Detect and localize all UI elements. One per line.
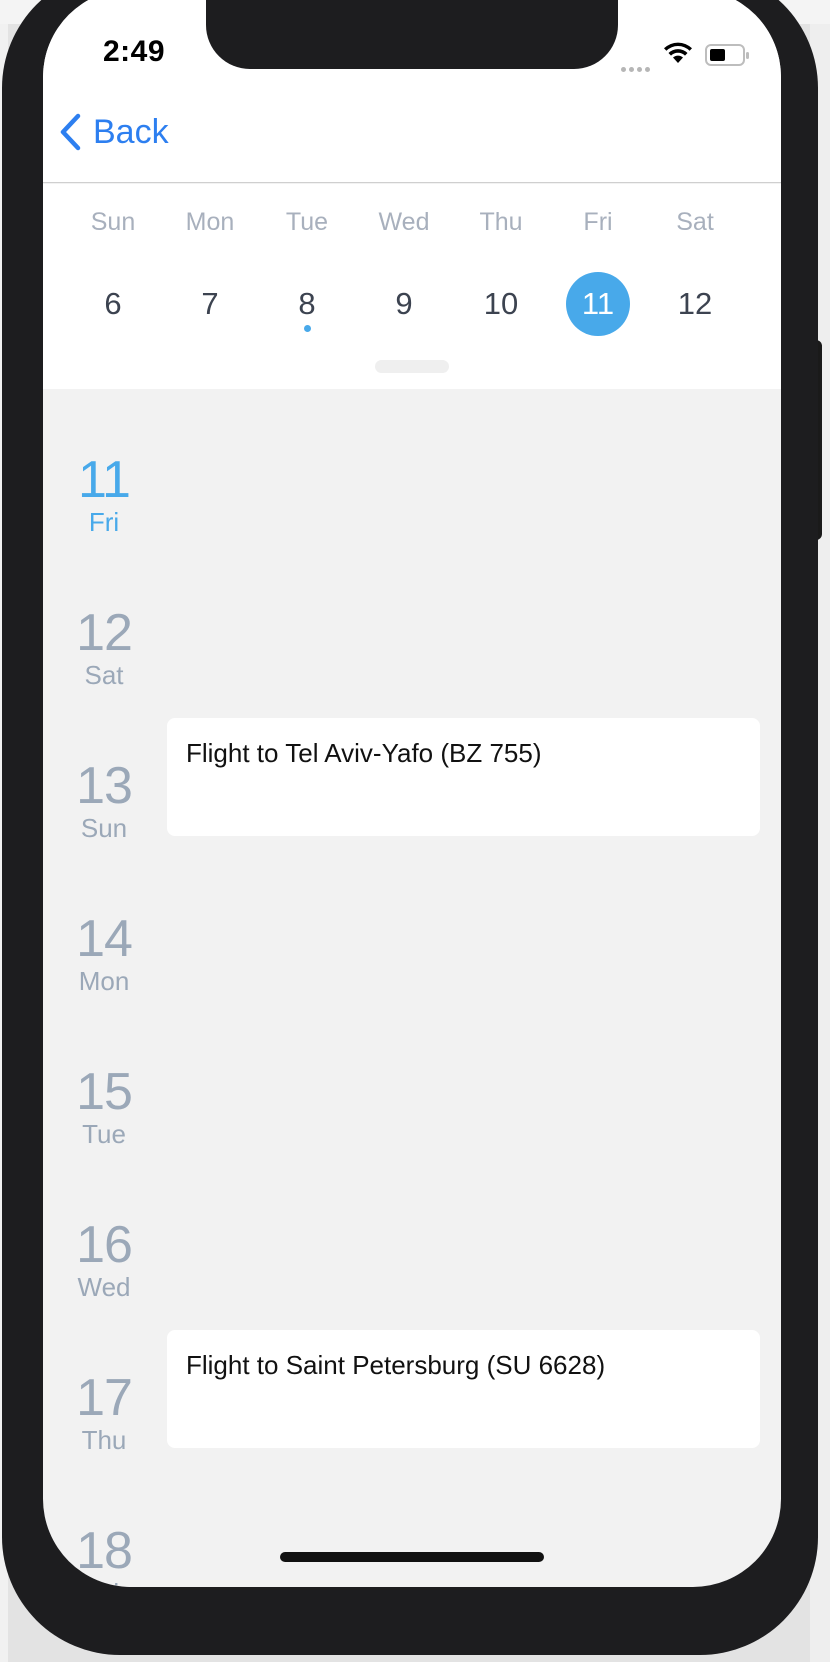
week-day-number[interactable]: 10 (469, 272, 533, 336)
agenda-date: 15 Tue (43, 1064, 165, 1148)
status-time: 2:49 (103, 35, 166, 68)
event-card[interactable]: Flight to Tel Aviv-Yafo (BZ 755) (167, 718, 760, 836)
week-day-sat[interactable]: Sat 12 (655, 184, 735, 334)
agenda-day-number: 11 (78, 451, 131, 509)
week-day-thu[interactable]: Thu 10 (461, 184, 541, 334)
agenda-day-number: 18 (76, 1522, 133, 1580)
chevron-left-icon (60, 113, 81, 151)
agenda-day-name: Wed (77, 1272, 131, 1302)
week-day-tue[interactable]: Tue 8 (267, 184, 347, 334)
week-day-fri[interactable]: Fri 11 (558, 184, 638, 336)
week-day-name: Thu (479, 208, 523, 236)
agenda-day-number: 17 (76, 1369, 133, 1427)
agenda-date: 13 Sun (43, 758, 165, 842)
phone-notch (206, 0, 618, 69)
agenda-row: 14 Mon (43, 901, 781, 1054)
navigation-bar: Back (43, 79, 781, 183)
selected-date[interactable]: 11 (566, 272, 630, 336)
phone-screen: 2:49 Back Sun 6 Mon 7 Tue 8 Wed 9 Thu 10… (43, 0, 781, 1587)
agenda-day-name: Sat (84, 660, 124, 690)
agenda-day-name: Thu (81, 1425, 127, 1455)
agenda-date: 16 Wed (43, 1217, 165, 1301)
agenda-row: 18Fri (43, 1513, 781, 1587)
agenda-date: 17 Thu (43, 1370, 165, 1454)
agenda-day-name: Fri (43, 1579, 165, 1587)
week-day-name: Sun (90, 208, 136, 236)
agenda-row: 15 Tue (43, 1054, 781, 1207)
week-day-number[interactable]: 9 (372, 272, 436, 336)
week-strip: Sun 6 Mon 7 Tue 8 Wed 9 Thu 10 Fri 11 Sat 12 (43, 184, 781, 389)
agenda-day-name: Fri (88, 507, 120, 537)
agenda-day-number: 12 (76, 604, 133, 662)
week-day-wed[interactable]: Wed 9 (364, 184, 444, 334)
week-day-name: Sat (676, 208, 714, 236)
agenda-date: 12 Sat (43, 605, 165, 689)
agenda-row: 11 Fri (43, 442, 781, 595)
week-day-name: Fri (583, 208, 613, 236)
home-indicator[interactable] (280, 1552, 544, 1562)
agenda-day-number: 14 (76, 910, 133, 968)
back-button[interactable]: Back (59, 107, 169, 157)
calendar-drag-handle[interactable] (375, 360, 449, 373)
week-day-number[interactable]: 12 (663, 272, 727, 336)
cellular-signal-icon (621, 59, 653, 77)
wifi-icon (663, 42, 693, 69)
agenda-date: 11 Fri (43, 452, 165, 536)
agenda-day-name: Mon (78, 966, 130, 996)
week-day-name: Mon (185, 208, 235, 236)
back-label: Back (93, 112, 169, 151)
battery-icon (705, 43, 751, 72)
week-day-number[interactable]: 7 (178, 272, 242, 336)
week-day-name: Wed (378, 208, 430, 236)
agenda-day-number: 16 (76, 1216, 133, 1274)
agenda-day-name: Tue (82, 1119, 126, 1149)
agenda-date: 14 Mon (43, 911, 165, 995)
phone-frame: 2:49 Back Sun 6 Mon 7 Tue 8 Wed 9 Thu 10… (2, 0, 818, 1655)
event-indicator-dot (304, 325, 311, 332)
agenda-row: 17 Thu Flight to Saint Petersburg (SU 6628… (43, 1330, 781, 1483)
agenda-day-number: 13 (76, 757, 133, 815)
agenda-day-number: 15 (76, 1063, 133, 1121)
week-day-sun[interactable]: Sun 6 (73, 184, 153, 334)
agenda-row: 13 Sun Flight to Tel Aviv-Yafo (BZ 755) (43, 718, 781, 871)
week-day-mon[interactable]: Mon 7 (170, 184, 250, 334)
week-day-number[interactable]: 6 (81, 272, 145, 336)
week-day-name: Tue (285, 208, 329, 236)
event-card[interactable]: Flight to Saint Petersburg (SU 6628) (167, 1330, 760, 1448)
agenda-day-name: Sun (80, 813, 128, 843)
agenda-date: 18Fri (43, 1523, 165, 1587)
